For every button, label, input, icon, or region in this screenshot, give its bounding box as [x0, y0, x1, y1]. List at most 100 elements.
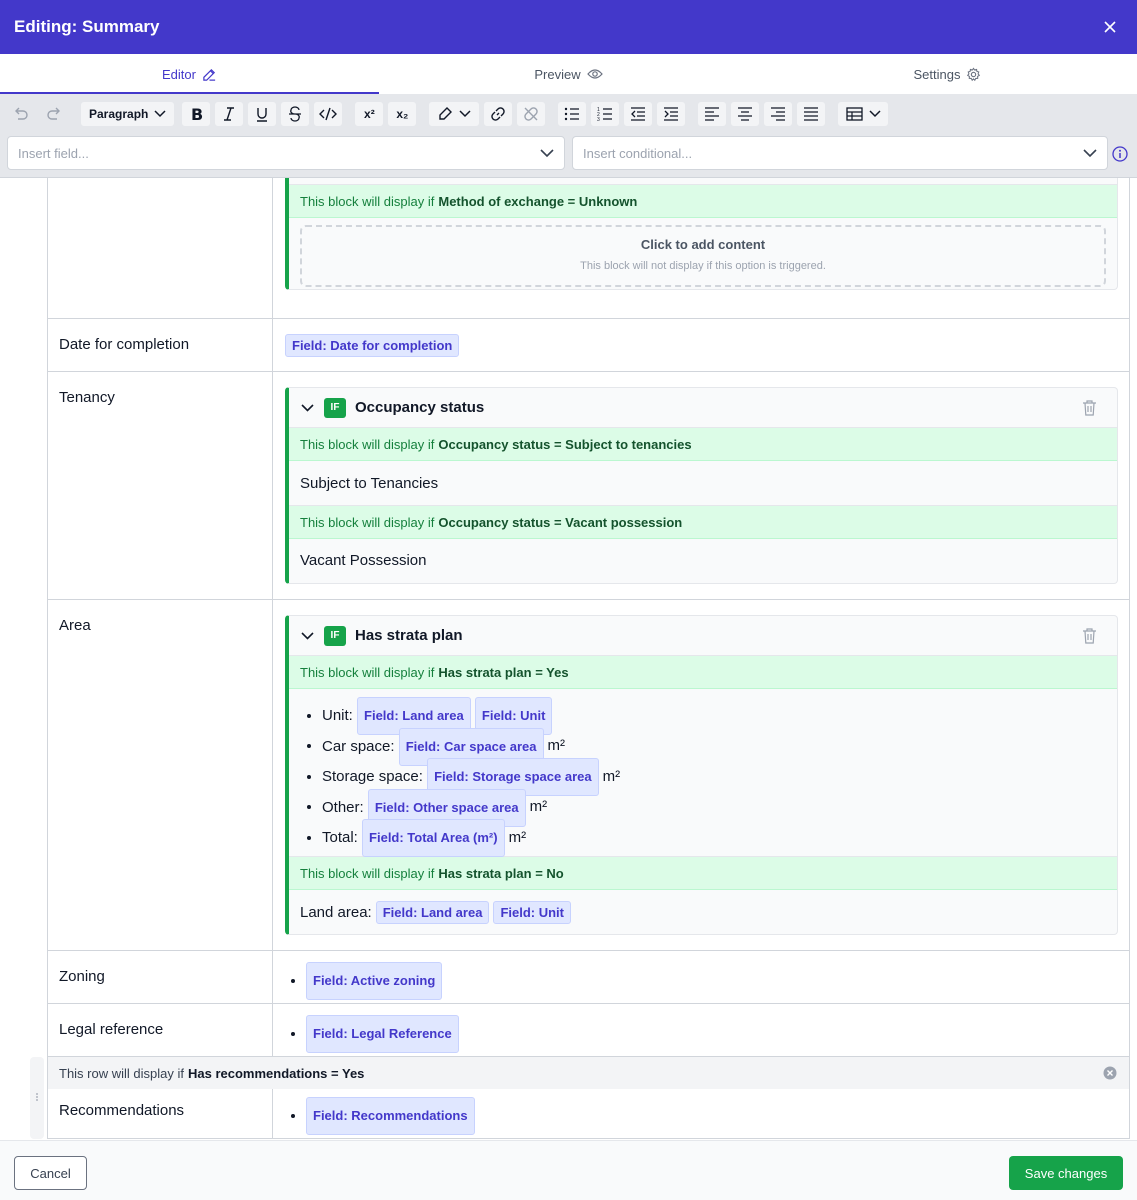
field-chip[interactable]: Field: Recommendations: [306, 1097, 475, 1135]
condition-bar: This block will display if Occupancy stat…: [289, 506, 1117, 539]
table-row: Tenancy IF Occupancy status This block w…: [47, 372, 1130, 600]
item-label: Total:: [322, 828, 358, 846]
code-button[interactable]: [313, 101, 344, 127]
table-button[interactable]: [837, 101, 890, 127]
chevron-down-icon: [540, 148, 554, 157]
conditional-block[interactable]: IF Has strata plan This block will displ…: [285, 615, 1118, 935]
chevron-down-icon[interactable]: [301, 631, 314, 640]
row-label: Recommendations: [48, 1089, 273, 1138]
tab-settings[interactable]: Settings: [758, 54, 1137, 94]
row-drag-handle[interactable]: [30, 1057, 44, 1139]
align-center-icon: [738, 107, 753, 121]
chevron-down-icon: [154, 110, 166, 118]
italic-button[interactable]: [214, 101, 245, 127]
eye-icon: [586, 69, 603, 79]
add-content-placeholder[interactable]: Click to add content This block will not…: [300, 225, 1106, 287]
trash-icon[interactable]: [1082, 399, 1097, 416]
condition-bar: This block will display if Occupancy stat…: [289, 428, 1117, 461]
chevron-down-icon[interactable]: [301, 403, 314, 412]
remove-condition-icon[interactable]: [1103, 1066, 1117, 1080]
close-button[interactable]: [1099, 16, 1121, 38]
condition-prefix: This block will display if: [300, 436, 435, 452]
drag-handle-icon[interactable]: [30, 1057, 44, 1139]
undo-button[interactable]: [6, 101, 36, 127]
unlink-icon: [524, 107, 539, 121]
numbered-list-button[interactable]: 123: [590, 101, 621, 127]
block-content[interactable]: Unit: Field: Land area Field: Unit Car s…: [289, 689, 1117, 857]
field-chip[interactable]: Field: Active zoning: [306, 962, 443, 1000]
row-condition-bar: This row will display if Has recommendati…: [47, 1057, 1130, 1089]
unlink-button[interactable]: [516, 101, 547, 127]
row-label: [48, 178, 273, 318]
svg-text:B: B: [191, 106, 203, 122]
condition-prefix: This block will display if: [300, 865, 435, 881]
save-changes-button[interactable]: Save changes: [1009, 1156, 1123, 1190]
trash-icon[interactable]: [1082, 627, 1097, 644]
block-format-value: Paragraph: [89, 107, 149, 121]
tab-editor[interactable]: Editor: [0, 54, 379, 94]
link-button[interactable]: [483, 101, 514, 127]
bullet-list-button[interactable]: [557, 101, 588, 127]
tab-preview-label: Preview: [534, 66, 581, 82]
block-format-select[interactable]: Paragraph: [80, 101, 176, 127]
bold-button[interactable]: B: [181, 101, 212, 127]
highlighter-icon: [439, 107, 453, 120]
condition-prefix: This block will display if: [300, 193, 435, 209]
area-list: Unit: Field: Land area Field: Unit Car s…: [289, 697, 1117, 857]
modal-header: Editing: Summary: [0, 0, 1137, 54]
row-label: Tenancy: [48, 372, 273, 599]
superscript-button[interactable]: x²: [354, 101, 385, 127]
tab-preview[interactable]: Preview: [379, 54, 758, 94]
field-chip[interactable]: Field: Date for completion: [285, 334, 460, 357]
indent-icon: [664, 107, 679, 121]
field-chip[interactable]: Field: Legal Reference: [306, 1015, 459, 1053]
insert-field-select[interactable]: Insert field...: [7, 136, 565, 170]
list-item: Other: Field: Other space aream²: [322, 788, 1117, 827]
chevron-down-icon: [869, 110, 881, 118]
align-right-button[interactable]: [763, 101, 794, 127]
conditional-block-header[interactable]: IF Occupancy status: [289, 388, 1117, 428]
row-value: IF Has strata plan This block will displ…: [274, 600, 1129, 950]
underline-button[interactable]: [247, 101, 278, 127]
outdent-button[interactable]: [623, 101, 654, 127]
insert-conditional-placeholder: Insert conditional...: [583, 145, 693, 161]
conditional-block[interactable]: IF Occupancy status This block will disp…: [285, 387, 1118, 584]
highlight-button[interactable]: [428, 101, 481, 127]
editor-content[interactable]: This block will display if Method of exch…: [0, 178, 1137, 1140]
justify-icon: [804, 107, 819, 121]
strikethrough-icon: [289, 106, 302, 122]
gear-icon: [967, 67, 981, 81]
align-left-button[interactable]: [697, 101, 728, 127]
field-chip[interactable]: Field: Total Area (m²): [362, 819, 505, 857]
block-content[interactable]: Land area: Field: Land area Field: Unit: [289, 890, 1117, 934]
italic-icon: [224, 107, 235, 121]
conditional-block-header[interactable]: IF Has strata plan: [289, 616, 1117, 656]
list-item: Storage space: Field: Storage space area…: [322, 758, 1117, 796]
justify-button[interactable]: [796, 101, 827, 127]
table-row: Date for completion Field: Date for comp…: [47, 319, 1130, 372]
condition-prefix: This block will display if: [300, 664, 435, 680]
align-center-button[interactable]: [730, 101, 761, 127]
field-chip[interactable]: Field: Land area: [375, 901, 490, 924]
conditional-block[interactable]: This block will display if Method of exch…: [285, 178, 1118, 290]
row-label: Date for completion: [48, 319, 273, 371]
row-value: Field: Recommendations: [274, 1089, 1129, 1138]
list-item: Field: Legal Reference: [306, 1015, 1129, 1053]
numbered-list-icon: 123: [597, 107, 613, 121]
cancel-button[interactable]: Cancel: [14, 1156, 87, 1190]
redo-button[interactable]: [39, 101, 69, 127]
strikethrough-button[interactable]: [280, 101, 311, 127]
condition-text: Method of exchange = Unknown: [438, 193, 638, 209]
info-icon[interactable]: [1112, 146, 1128, 162]
subscript-button[interactable]: x₂: [387, 101, 418, 127]
field-chip[interactable]: Field: Unit: [493, 901, 571, 924]
block-content[interactable]: Vacant Possession: [289, 539, 1117, 582]
block-content[interactable]: Subject to Tenancies: [289, 461, 1117, 506]
if-badge: IF: [324, 625, 346, 646]
indent-button[interactable]: [656, 101, 687, 127]
close-icon[interactable]: [1104, 21, 1116, 33]
zoning-list: Field: Active zoning: [274, 951, 1129, 1000]
insert-conditional-select[interactable]: Insert conditional...: [572, 136, 1108, 170]
bold-icon: B: [191, 106, 203, 122]
edit-icon: [203, 68, 216, 81]
